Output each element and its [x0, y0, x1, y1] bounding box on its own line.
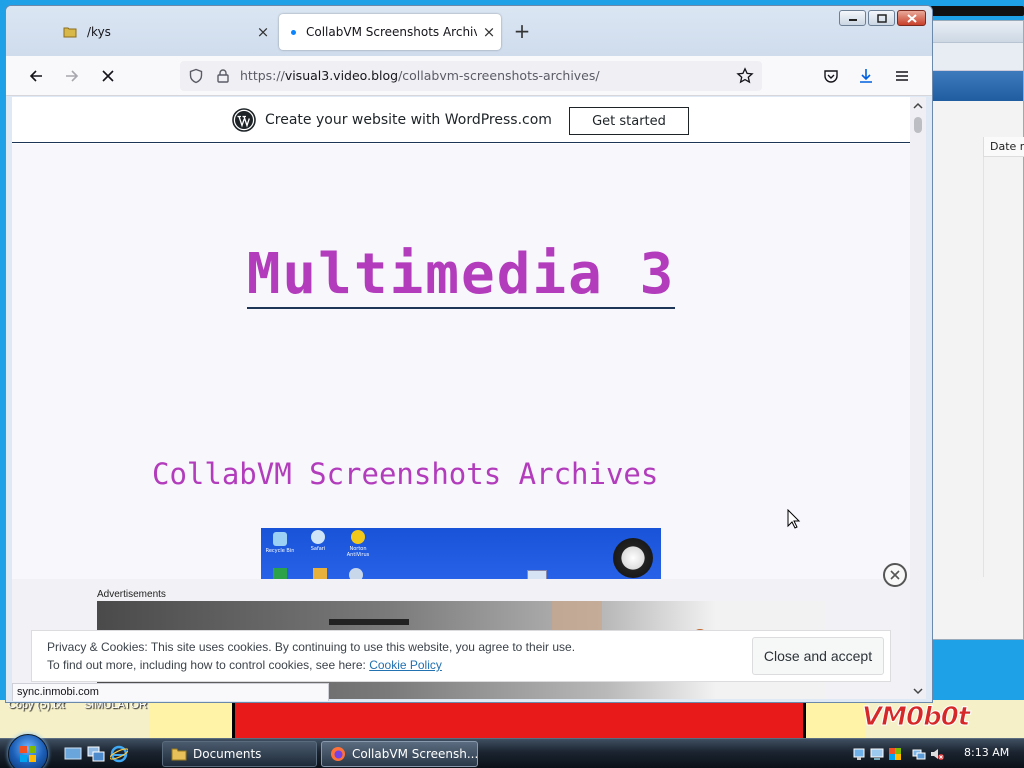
tab-title: CollabVM Screenshots Archives: [306, 25, 477, 39]
ad-video-figure: [329, 619, 409, 625]
tab-title: /kys: [87, 25, 111, 39]
stop-button[interactable]: [96, 64, 120, 88]
shield-icon[interactable]: [188, 68, 204, 84]
wordpress-logo-icon[interactable]: [232, 108, 256, 132]
scroll-up-button[interactable]: [910, 99, 926, 111]
thumbnail-gadget-bar: [629, 530, 659, 536]
column-header-date[interactable]: Date m: [983, 137, 1024, 157]
get-started-button[interactable]: Get started: [569, 107, 689, 135]
site-title: Multimedia 3: [12, 242, 910, 309]
download-icon: [860, 69, 872, 83]
bookmark-star-icon[interactable]: [736, 67, 754, 85]
wallpaper-block: [150, 700, 232, 738]
wordpress-promo-text[interactable]: Create your website with WordPress.com: [265, 112, 552, 128]
thumbnail-desktop-icon: Recycle Bin: [265, 532, 295, 554]
navigation-toolbar: https://visual3.video.blog/collabvm-scre…: [6, 56, 932, 96]
close-tab-icon[interactable]: ×: [251, 23, 275, 41]
back-arrow-icon: [29, 70, 42, 82]
folder-icon: [171, 748, 187, 761]
forward-arrow-icon: [66, 70, 79, 82]
tab-kys[interactable]: /kys ×: [53, 14, 275, 50]
downloads-button[interactable]: [854, 64, 878, 88]
browser-window: /kys × CollabVM Screenshots Archives × +…: [5, 5, 933, 703]
taskbar-item-label: Documents: [193, 747, 262, 761]
cookie-notice-text: Privacy & Cookies: This site uses cookie…: [47, 640, 576, 654]
tab-strip: /kys × CollabVM Screenshots Archives × +: [6, 6, 932, 56]
archive-heading: CollabVM Screenshots Archives: [152, 457, 659, 491]
wallpaper-block: [806, 700, 866, 738]
folder-icon: [63, 27, 77, 38]
lock-icon[interactable]: [216, 68, 230, 84]
hamburger-menu-icon: [896, 71, 908, 81]
scroll-thumb[interactable]: [914, 117, 922, 133]
cookie-notice-text: To find out more, including how to contr…: [47, 658, 442, 672]
close-icon: [890, 570, 900, 580]
switch-windows-icon[interactable]: [87, 745, 105, 763]
cookie-policy-link[interactable]: Cookie Policy: [369, 658, 442, 672]
firefox-icon: [331, 747, 345, 761]
pocket-icon: [824, 70, 838, 83]
close-tab-icon[interactable]: ×: [477, 23, 501, 41]
security-icon[interactable]: [888, 747, 902, 761]
scroll-down-button[interactable]: [910, 685, 926, 697]
windows-logo-icon: [20, 746, 36, 762]
chevron-down-icon: [913, 687, 923, 694]
internet-explorer-icon[interactable]: [110, 745, 128, 763]
menu-button[interactable]: [890, 64, 914, 88]
tab-collabvm-archives[interactable]: CollabVM Screenshots Archives ×: [279, 14, 501, 50]
link-status-bar: sync.inmobi.com: [12, 683, 329, 701]
minimize-icon: [848, 19, 857, 21]
back-button[interactable]: [24, 64, 48, 88]
taskbar: Documents CollabVM Screensh... 8:13 AM: [0, 734, 1024, 768]
taskbar-item-label: CollabVM Screensh...: [352, 747, 478, 761]
background-window-titlebar: [930, 6, 1024, 16]
display-icon[interactable]: [870, 747, 884, 761]
pocket-button[interactable]: [819, 64, 843, 88]
close-window-button[interactable]: [897, 10, 926, 26]
wallpaper-block-red: [232, 700, 806, 738]
forward-button[interactable]: [60, 64, 84, 88]
address-bar[interactable]: https://visual3.video.blog/collabvm-scre…: [180, 61, 762, 91]
background-explorer-window: Date m: [932, 20, 1024, 640]
web-page: Create your website with WordPress.com G…: [12, 97, 910, 699]
page-body: Multimedia 3 CollabVM Screenshots Archiv…: [12, 144, 910, 699]
page-scrollbar[interactable]: [910, 97, 926, 699]
close-and-accept-button[interactable]: Close and accept: [752, 637, 884, 675]
ads-label: Advertisements: [97, 589, 166, 600]
taskbar-item-documents[interactable]: Documents: [162, 741, 317, 767]
loading-indicator-icon: [291, 29, 296, 35]
chevron-up-icon: [913, 102, 923, 109]
maximize-icon: [876, 13, 887, 23]
maximize-button[interactable]: [868, 10, 895, 26]
cookie-consent-bar: Privacy & Cookies: This site uses cookie…: [31, 630, 891, 682]
clock-gadget-icon: [613, 538, 653, 578]
start-button[interactable]: [8, 734, 48, 768]
watermark: VM0b0t: [861, 702, 970, 733]
show-desktop-icon[interactable]: [64, 745, 82, 763]
site-title-link[interactable]: Multimedia 3: [246, 242, 676, 309]
taskbar-item-firefox[interactable]: CollabVM Screensh...: [321, 741, 478, 767]
thumbnail-desktop-icon: Safari: [303, 530, 333, 552]
new-tab-button[interactable]: +: [510, 20, 534, 44]
url-text: https://visual3.video.blog/collabvm-scre…: [240, 68, 600, 83]
window-controls: [839, 10, 926, 26]
mouse-cursor-icon: [787, 509, 801, 529]
thumbnail-desktop-icon: Norton AntiVirus: [343, 530, 373, 558]
close-ad-button[interactable]: [883, 563, 907, 587]
wordpress-banner: Create your website with WordPress.com G…: [12, 97, 910, 143]
close-icon: [906, 13, 917, 23]
stop-icon: [102, 70, 114, 82]
network-icon[interactable]: [852, 747, 866, 761]
volume-muted-icon[interactable]: [930, 747, 944, 761]
network-status-icon[interactable]: [912, 747, 926, 761]
minimize-button[interactable]: [839, 10, 866, 26]
screenshot-thumbnail[interactable]: Recycle Bin Safari Norton AntiVirus: [261, 528, 661, 580]
clock[interactable]: 8:13 AM: [964, 746, 1009, 759]
